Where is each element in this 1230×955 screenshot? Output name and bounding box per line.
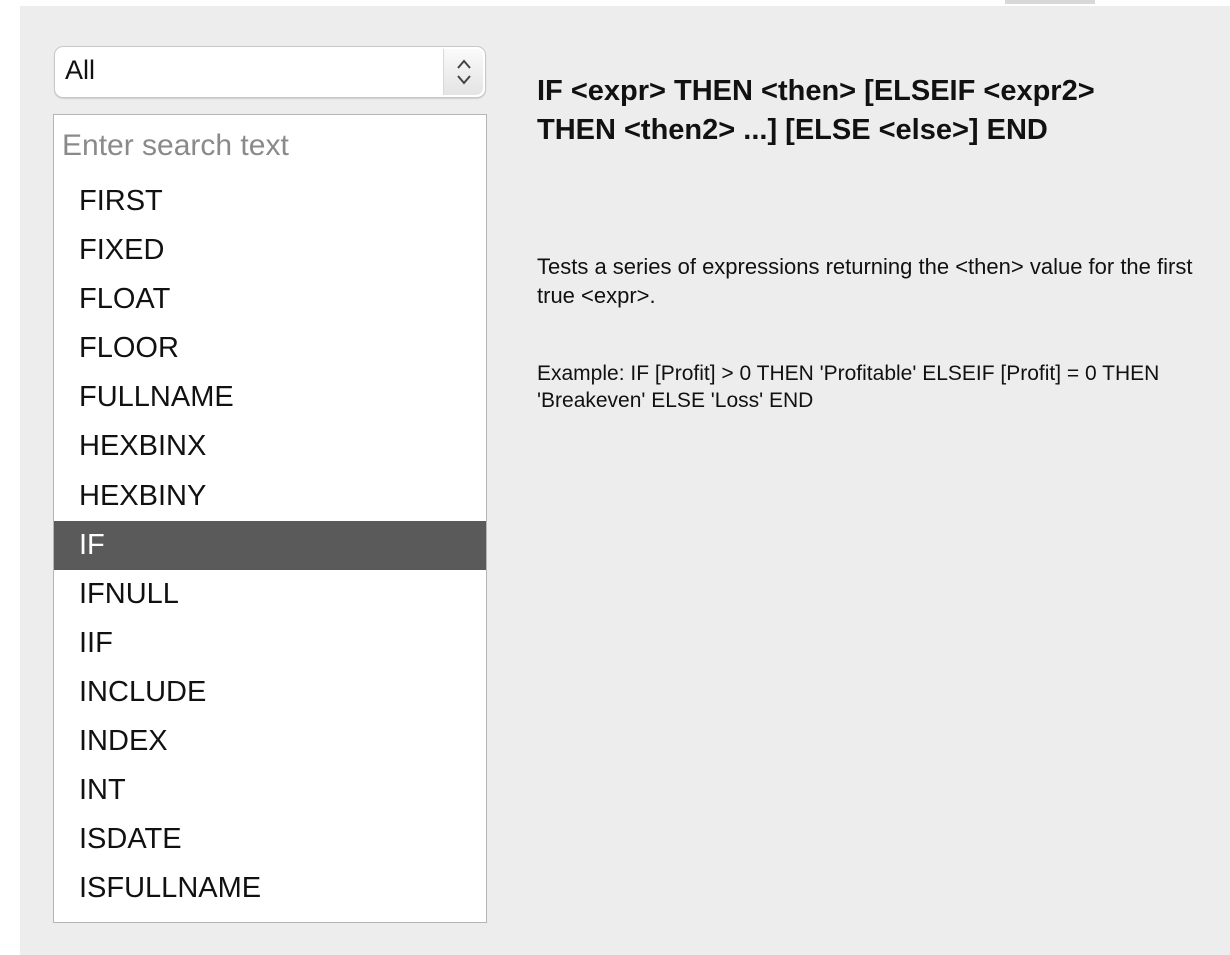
function-list-item[interactable]: FLOAT bbox=[54, 275, 486, 324]
function-list-item[interactable]: IIF bbox=[54, 619, 486, 668]
function-list-item[interactable]: FIRST bbox=[54, 177, 486, 226]
function-list-item[interactable]: IFNULL bbox=[54, 570, 486, 619]
category-dropdown[interactable]: All bbox=[54, 46, 486, 98]
function-list-item[interactable]: ISFULLNAME bbox=[54, 864, 486, 913]
window-edge bbox=[1005, 0, 1095, 4]
up-down-chevron-icon[interactable] bbox=[443, 49, 483, 95]
function-list-item[interactable]: ISDATE bbox=[54, 815, 486, 864]
function-list-item[interactable]: HEXBINX bbox=[54, 422, 486, 471]
function-list-item[interactable]: FULLNAME bbox=[54, 373, 486, 422]
function-list-item[interactable]: FIXED bbox=[54, 226, 486, 275]
function-example: Example: IF [Profit] > 0 THEN 'Profitabl… bbox=[537, 362, 1160, 412]
search-input[interactable] bbox=[53, 114, 487, 178]
category-dropdown-value: All bbox=[65, 55, 96, 85]
function-list-item[interactable]: HEXBINY bbox=[54, 472, 486, 521]
function-list[interactable]: FIRST FIXED FLOAT FLOOR FULLNAME HEXBINX HEXBI… bbox=[53, 177, 487, 923]
function-list-item[interactable]: FLOOR bbox=[54, 324, 486, 373]
function-list-item[interactable]: INCLUDE bbox=[54, 668, 486, 717]
function-description: Tests a series of expressions returning … bbox=[537, 254, 1193, 308]
function-list-item[interactable]: INT bbox=[54, 766, 486, 815]
function-list-item[interactable]: INDEX bbox=[54, 717, 486, 766]
function-list-item[interactable]: IF bbox=[54, 520, 486, 570]
function-signature: IF <expr> THEN <then> [ELSEIF <expr2> TH… bbox=[537, 75, 1095, 146]
